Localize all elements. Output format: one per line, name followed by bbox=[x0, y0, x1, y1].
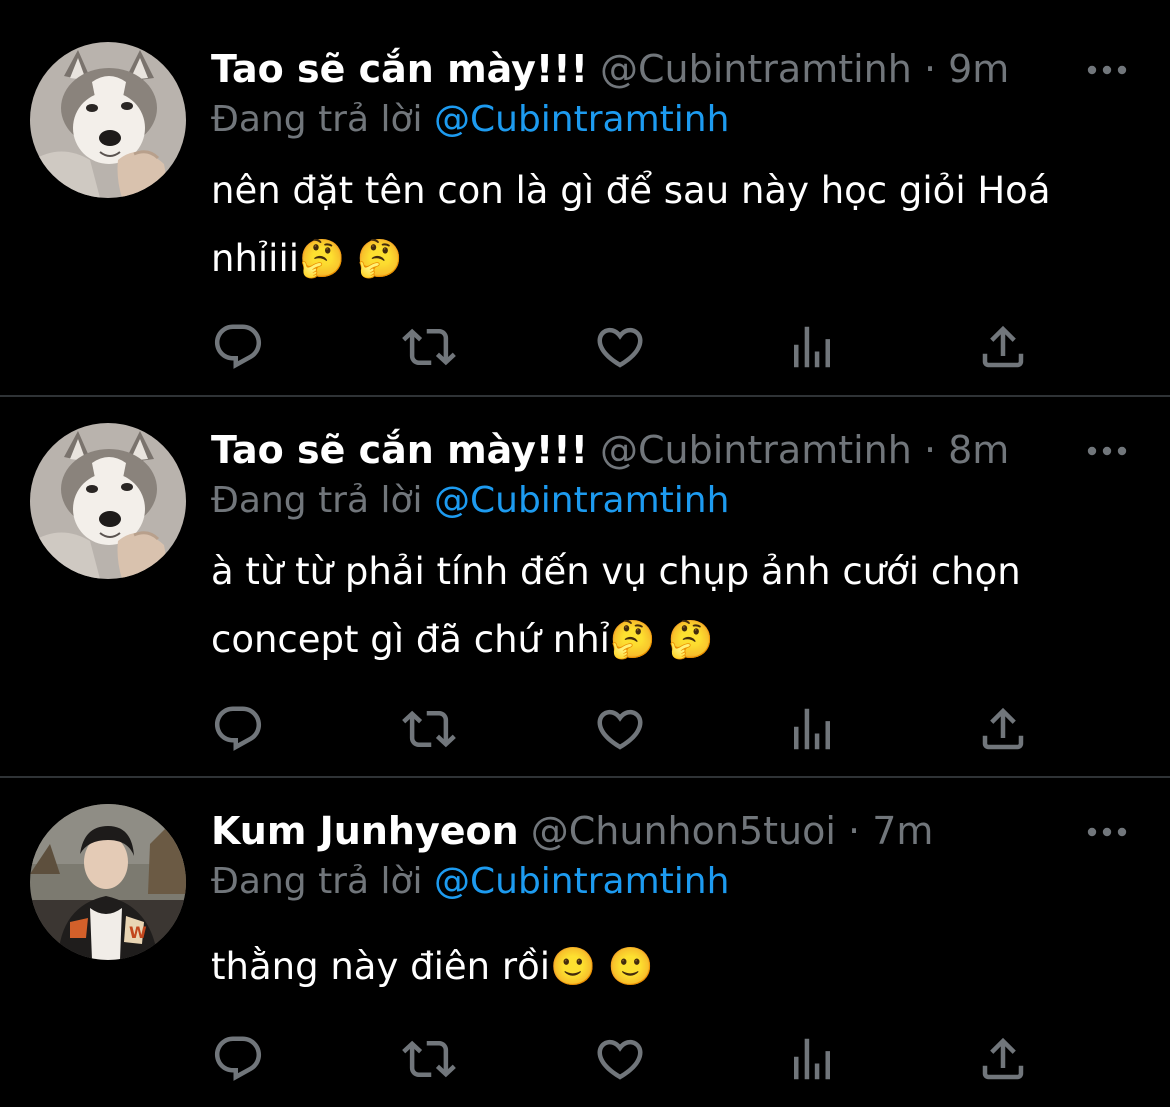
tweet-header: Kum Junhyeon @Chunhon5tuoi · 7m bbox=[211, 808, 933, 854]
reply-prefix: Đang trả lời bbox=[211, 99, 423, 140]
analytics-icon bbox=[785, 702, 839, 756]
retweet-icon bbox=[402, 1032, 456, 1086]
avatar[interactable] bbox=[30, 42, 186, 198]
person-photo-avatar-icon bbox=[30, 804, 186, 960]
tweet-time[interactable]: 8m bbox=[948, 428, 1009, 472]
reply-icon bbox=[211, 702, 265, 756]
like-icon bbox=[593, 320, 647, 374]
analytics-icon bbox=[785, 1032, 839, 1086]
retweet-button[interactable] bbox=[402, 1032, 456, 1086]
reply-prefix: Đang trả lời bbox=[211, 480, 423, 521]
husky-dog-avatar-icon bbox=[30, 42, 186, 198]
share-button[interactable] bbox=[976, 702, 1030, 756]
reply-icon bbox=[211, 1032, 265, 1086]
divider bbox=[0, 395, 1170, 397]
reply-mention-link[interactable]: @Cubintramtinh bbox=[434, 99, 729, 140]
tweet-text: à từ từ phải tính đến vụ chụp ảnh cưới c… bbox=[211, 550, 1033, 661]
reply-mention-link[interactable]: @Cubintramtinh bbox=[434, 480, 729, 521]
share-button[interactable] bbox=[976, 1032, 1030, 1086]
reply-button[interactable] bbox=[211, 320, 265, 374]
more-icon bbox=[1080, 50, 1134, 90]
like-icon bbox=[593, 1032, 647, 1086]
reply-prefix: Đang trả lời bbox=[211, 861, 423, 902]
retweet-icon bbox=[402, 702, 456, 756]
tweet-time[interactable]: 9m bbox=[948, 47, 1009, 91]
reply-icon bbox=[211, 320, 265, 374]
action-bar bbox=[0, 320, 1170, 374]
more-options-button[interactable] bbox=[1080, 812, 1134, 852]
retweet-button[interactable] bbox=[402, 702, 456, 756]
more-icon bbox=[1080, 431, 1134, 471]
separator-dot: · bbox=[848, 809, 861, 853]
tweet-text: thằng này điên rồi🙂 🙂 bbox=[211, 945, 654, 988]
share-icon bbox=[976, 702, 1030, 756]
analytics-button[interactable] bbox=[785, 320, 839, 374]
user-handle[interactable]: @Cubintramtinh bbox=[600, 428, 912, 472]
reply-context: Đang trả lời @Cubintramtinh bbox=[211, 479, 729, 523]
analytics-icon bbox=[785, 320, 839, 374]
more-options-button[interactable] bbox=[1080, 50, 1134, 90]
analytics-button[interactable] bbox=[785, 1032, 839, 1086]
reply-mention-link[interactable]: @Cubintramtinh bbox=[434, 861, 729, 902]
user-handle[interactable]: @Cubintramtinh bbox=[600, 47, 912, 91]
like-button[interactable] bbox=[593, 320, 647, 374]
share-icon bbox=[976, 320, 1030, 374]
more-options-button[interactable] bbox=[1080, 431, 1134, 471]
like-icon bbox=[593, 702, 647, 756]
tweet-text: nên đặt tên con là gì để sau này học giỏ… bbox=[211, 169, 1063, 280]
action-bar bbox=[0, 1032, 1170, 1086]
share-icon bbox=[976, 1032, 1030, 1086]
tweet-header: Tao sẽ cắn mày!!! @Cubintramtinh · 8m bbox=[211, 427, 1009, 473]
analytics-button[interactable] bbox=[785, 702, 839, 756]
divider bbox=[0, 776, 1170, 778]
share-button[interactable] bbox=[976, 320, 1030, 374]
display-name[interactable]: Tao sẽ cắn mày!!! bbox=[211, 47, 588, 91]
tweet-header: Tao sẽ cắn mày!!! @Cubintramtinh · 9m bbox=[211, 46, 1009, 92]
like-button[interactable] bbox=[593, 1032, 647, 1086]
tweet-time[interactable]: 7m bbox=[872, 809, 933, 853]
avatar[interactable] bbox=[30, 423, 186, 579]
reply-button[interactable] bbox=[211, 1032, 265, 1086]
reply-context: Đang trả lời @Cubintramtinh bbox=[211, 860, 729, 904]
action-bar bbox=[0, 702, 1170, 756]
display-name[interactable]: Tao sẽ cắn mày!!! bbox=[211, 428, 588, 472]
retweet-icon bbox=[402, 320, 456, 374]
more-icon bbox=[1080, 812, 1134, 852]
user-handle[interactable]: @Chunhon5tuoi bbox=[531, 809, 836, 853]
retweet-button[interactable] bbox=[402, 320, 456, 374]
husky-dog-avatar-icon bbox=[30, 423, 186, 579]
display-name[interactable]: Kum Junhyeon bbox=[211, 809, 519, 853]
like-button[interactable] bbox=[593, 702, 647, 756]
separator-dot: · bbox=[923, 47, 937, 91]
reply-context: Đang trả lời @Cubintramtinh bbox=[211, 98, 729, 142]
reply-button[interactable] bbox=[211, 702, 265, 756]
avatar[interactable] bbox=[30, 804, 186, 960]
separator-dot: · bbox=[923, 428, 937, 472]
